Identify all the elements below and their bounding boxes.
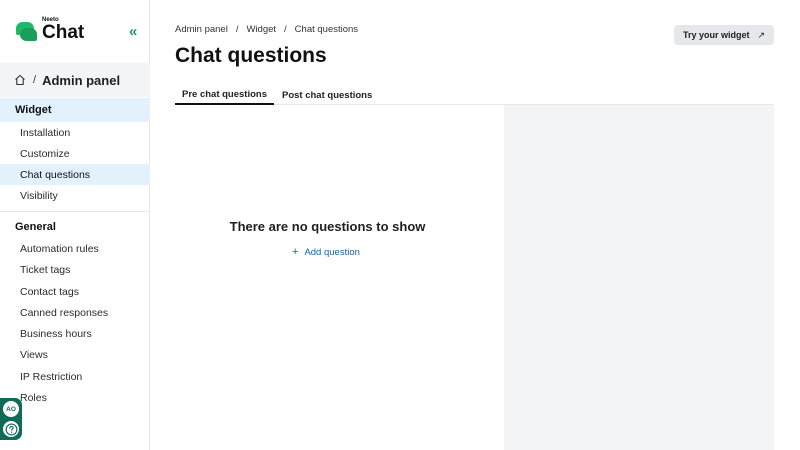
admin-panel-title: Admin panel (42, 72, 121, 88)
plus-icon: + (292, 246, 299, 258)
sidebar-item-installation[interactable]: Installation (0, 122, 150, 143)
sidebar: Neeto Chat « / Admin panel Widget Instal… (0, 0, 150, 450)
sidebar-item-canned-responses[interactable]: Canned responses (0, 302, 150, 323)
breadcrumb-current: Chat questions (294, 24, 359, 35)
admin-panel-header[interactable]: / Admin panel (0, 63, 150, 97)
user-widget: AO (0, 398, 22, 440)
question-tabs: Pre chat questions Post chat questions (175, 86, 774, 105)
sidebar-item-ticket-tags[interactable]: Ticket tags (0, 259, 150, 280)
sidebar-divider (0, 211, 150, 212)
add-question-button[interactable]: + Add question (292, 246, 360, 258)
sidebar-item-customize[interactable]: Customize (0, 143, 150, 164)
try-widget-button[interactable]: Try your widget ↗ (674, 25, 774, 45)
page-title: Chat questions (175, 44, 327, 67)
logo-brand-name: Chat (42, 22, 85, 43)
sidebar-item-contact-tags[interactable]: Contact tags (0, 281, 150, 302)
breadcrumb-separator: / (284, 24, 287, 35)
breadcrumb-widget[interactable]: Widget (246, 24, 276, 35)
widget-preview-panel (504, 105, 774, 450)
section-widget[interactable]: Widget (0, 98, 150, 122)
section-general: General (15, 221, 56, 233)
collapse-sidebar-icon[interactable]: « (129, 23, 137, 40)
admin-separator: / (33, 74, 37, 86)
breadcrumb-admin-panel[interactable]: Admin panel (175, 24, 228, 35)
external-link-icon: ↗ (757, 29, 766, 40)
sidebar-item-views[interactable]: Views (0, 344, 150, 365)
tab-pre-chat-questions[interactable]: Pre chat questions (175, 86, 274, 105)
sidebar-item-roles[interactable]: Roles (0, 387, 150, 408)
home-icon (15, 74, 25, 86)
try-widget-label: Try your widget (682, 30, 750, 40)
add-question-label: Add question (304, 246, 360, 258)
chat-bubble-logo-icon (16, 21, 37, 42)
empty-state-message: There are no questions to show (229, 219, 426, 234)
logo-brand-small: Neeto (42, 17, 59, 23)
questions-panel: There are no questions to show + Add que… (175, 105, 504, 450)
help-icon[interactable] (3, 421, 19, 437)
sidebar-item-visibility[interactable]: Visibility (0, 185, 150, 206)
sidebar-item-automation-rules[interactable]: Automation rules (0, 238, 150, 259)
breadcrumb-separator: / (235, 24, 239, 35)
sidebar-item-ip-restriction[interactable]: IP Restriction (0, 366, 150, 387)
sidebar-item-business-hours[interactable]: Business hours (0, 323, 150, 344)
sidebar-item-chat-questions[interactable]: Chat questions (0, 164, 150, 185)
tab-post-chat-questions[interactable]: Post chat questions (275, 86, 379, 105)
app-logo[interactable]: Neeto Chat (16, 17, 85, 43)
breadcrumb: Admin panel / Widget / Chat questions (175, 24, 358, 35)
avatar[interactable]: AO (3, 401, 19, 417)
